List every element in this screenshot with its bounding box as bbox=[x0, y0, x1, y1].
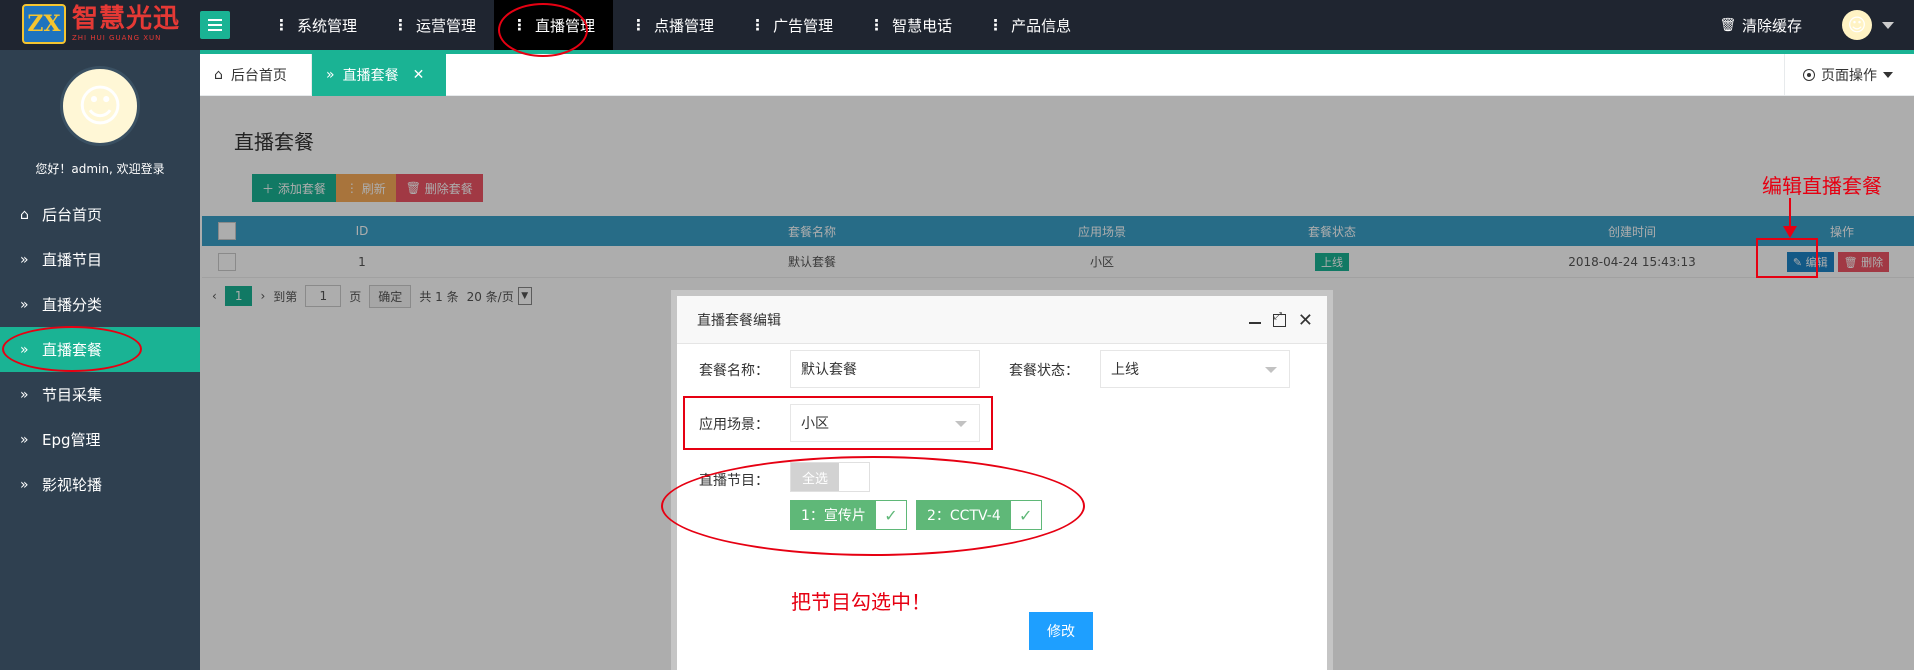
vertical-dots-icon: ⋮ bbox=[988, 16, 1004, 34]
annotation-ellipse-topnav bbox=[498, 3, 588, 57]
annotation-arrow-line bbox=[1789, 198, 1791, 228]
sidebar-item-home[interactable]: ⌂ 后台首页 bbox=[0, 192, 200, 237]
topnav-item-system[interactable]: ⋮ 系统管理 bbox=[256, 0, 375, 50]
annotation-rect-scene bbox=[683, 396, 993, 450]
top-nav: ⋮ 系统管理 ⋮ 运营管理 ⋮ 直播管理 ⋮ 点播管理 ⋮ 广告管理 ⋮ 智慧电话 ⋮ 产品信… bbox=[256, 0, 1089, 50]
welcome-text: 您好！admin, 欢迎登录 bbox=[35, 162, 165, 176]
annotation-ellipse-programs bbox=[661, 456, 1085, 556]
top-header: ZX 智慧光迅 ZHI HUI GUANG XUN ⋮ 系统管理 ⋮ 运营管理 ⋮ 直… bbox=[0, 0, 1914, 50]
topnav-item-vod[interactable]: ⋮ 点播管理 bbox=[613, 0, 732, 50]
topnav-item-phone[interactable]: ⋮ 智慧电话 bbox=[851, 0, 970, 50]
double-chevron-icon: » bbox=[20, 431, 29, 448]
submit-modify-button[interactable]: 修改 bbox=[1029, 612, 1093, 650]
annotation-ellipse-sidebar bbox=[2, 326, 142, 372]
home-icon: ⌂ bbox=[214, 67, 223, 83]
package-name-input[interactable]: 默认套餐 bbox=[790, 350, 980, 388]
sidebar-item-carousel[interactable]: » 影视轮播 bbox=[0, 462, 200, 507]
vertical-dots-icon: ⋮ bbox=[393, 16, 409, 34]
package-status-select[interactable]: 上线 bbox=[1100, 350, 1290, 388]
logo-title: 智慧光迅 bbox=[72, 4, 181, 34]
edit-package-dialog: 直播套餐编辑 ✕ 套餐名称： 默认套餐 套餐状态： 上线 应用场景： 小区 直播… bbox=[661, 290, 1333, 670]
vertical-dots-icon: ⋮ bbox=[274, 16, 289, 34]
double-chevron-icon: » bbox=[20, 476, 29, 493]
menu-toggle-button[interactable] bbox=[200, 11, 230, 39]
sidebar-item-epg[interactable]: » Epg管理 bbox=[0, 417, 200, 462]
annotation-rect-edit bbox=[1756, 238, 1818, 278]
package-name-label: 套餐名称： bbox=[699, 363, 769, 379]
double-chevron-icon: » bbox=[20, 386, 29, 403]
maximize-icon[interactable] bbox=[1272, 311, 1286, 327]
target-icon bbox=[1803, 69, 1815, 81]
close-icon[interactable]: ✕ bbox=[1298, 310, 1313, 331]
double-chevron-icon: » bbox=[20, 251, 29, 268]
topnav-item-ads[interactable]: ⋮ 广告管理 bbox=[732, 0, 851, 50]
dialog-title: 直播套餐编辑 bbox=[697, 312, 781, 329]
double-chevron-icon: » bbox=[326, 67, 335, 83]
minimize-icon[interactable] bbox=[1248, 322, 1261, 324]
annotation-edit-package: 编辑直播套餐 bbox=[1762, 174, 1882, 198]
vertical-dots-icon: ⋮ bbox=[869, 16, 885, 34]
double-chevron-icon: » bbox=[20, 296, 29, 313]
close-icon[interactable]: ✕ bbox=[413, 67, 425, 83]
annotation-arrow-head bbox=[1783, 226, 1797, 238]
tab-live-packages[interactable]: » 直播套餐 ✕ bbox=[312, 54, 446, 96]
avatar[interactable]: ☺ bbox=[60, 66, 140, 146]
home-icon: ⌂ bbox=[20, 206, 29, 223]
sidebar-profile: ☺ 您好！admin, 欢迎登录 bbox=[0, 50, 200, 180]
hamburger-icon bbox=[208, 19, 222, 21]
caret-down-icon[interactable] bbox=[1882, 21, 1894, 29]
user-avatar[interactable]: ☺ bbox=[1842, 10, 1872, 40]
topnav-item-operation[interactable]: ⋮ 运营管理 bbox=[375, 0, 494, 50]
topnav-item-product[interactable]: ⋮ 产品信息 bbox=[970, 0, 1089, 50]
caret-down-icon bbox=[1883, 72, 1893, 78]
logo-subtitle: ZHI HUI GUANG XUN bbox=[72, 34, 162, 42]
page-tabs: ⌂ 后台首页 » 直播套餐 ✕ 页面操作 bbox=[200, 54, 1914, 96]
trash-icon: 🗑 bbox=[1719, 17, 1736, 33]
sidebar-item-live-programs[interactable]: » 直播节目 bbox=[0, 237, 200, 282]
caret-down-icon bbox=[1265, 367, 1277, 373]
vertical-dots-icon: ⋮ bbox=[631, 16, 647, 34]
page-ops-dropdown[interactable]: 页面操作 bbox=[1784, 54, 1914, 96]
package-status-label: 套餐状态： bbox=[1009, 363, 1079, 379]
sidebar-item-program-collect[interactable]: » 节目采集 bbox=[0, 372, 200, 417]
dialog-header: 直播套餐编辑 ✕ bbox=[677, 296, 1327, 344]
annotation-check-programs: 把节目勾选中！ bbox=[791, 590, 931, 614]
logo[interactable]: ZX 智慧光迅 ZHI HUI GUANG XUN bbox=[22, 2, 182, 46]
clear-cache-button[interactable]: 🗑 清除缓存 bbox=[1719, 15, 1802, 36]
logo-mark: ZX bbox=[22, 4, 66, 44]
sidebar-item-live-categories[interactable]: » 直播分类 bbox=[0, 282, 200, 327]
tab-home[interactable]: ⌂ 后台首页 bbox=[200, 54, 312, 96]
vertical-dots-icon: ⋮ bbox=[750, 16, 766, 34]
